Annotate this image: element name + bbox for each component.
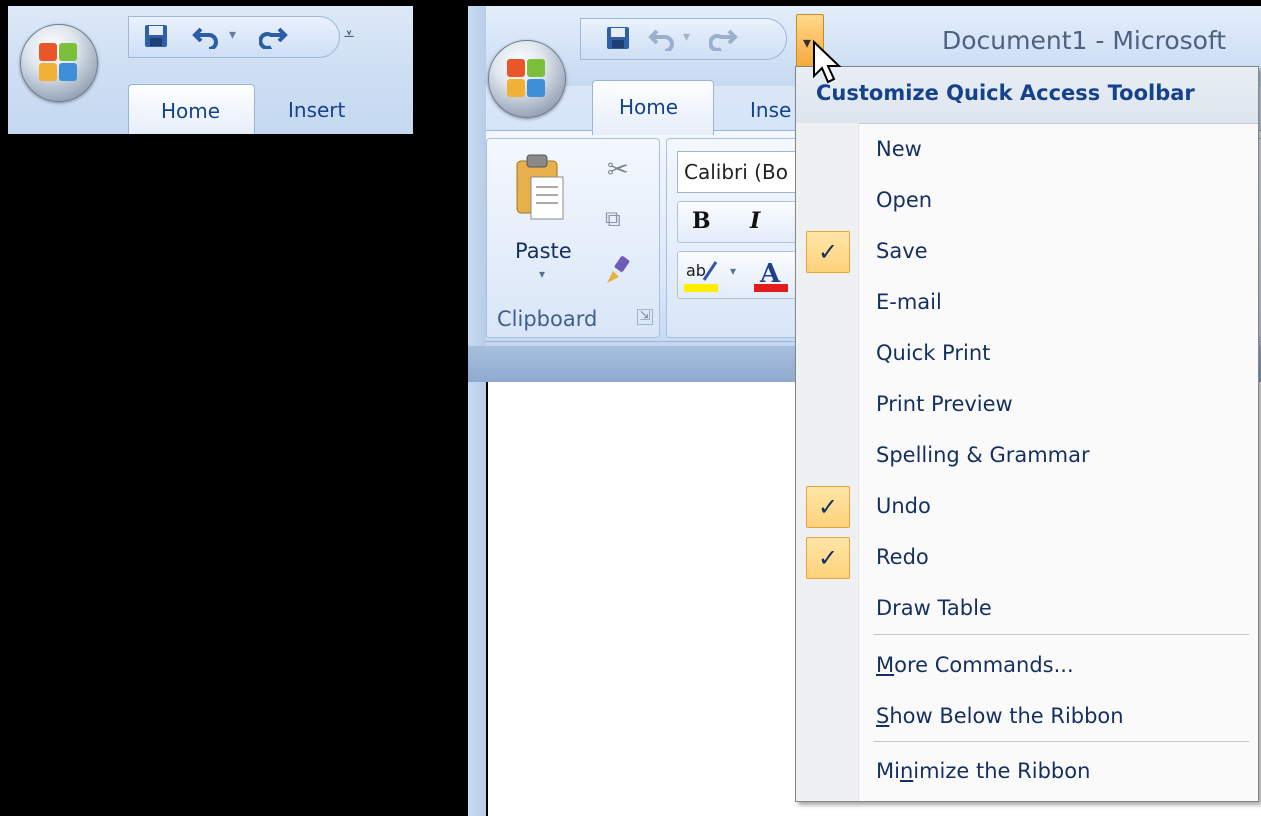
menu-item-open[interactable]: Open bbox=[796, 180, 1258, 220]
cut-icon[interactable]: ✂ bbox=[607, 155, 629, 185]
undo-icon[interactable] bbox=[191, 23, 221, 49]
office-button[interactable] bbox=[488, 40, 566, 118]
menu-item-label: E-mail bbox=[876, 290, 942, 314]
menu-item-label: New bbox=[876, 137, 922, 161]
menu-header: Customize Quick Access Toolbar bbox=[796, 67, 1258, 124]
menu-item-new[interactable]: New bbox=[796, 129, 1258, 169]
bold-button[interactable]: B bbox=[692, 208, 711, 234]
paste-label[interactable]: Paste bbox=[515, 239, 572, 263]
menu-item-spelling-grammar[interactable]: Spelling & Grammar bbox=[796, 435, 1258, 475]
menu-item-minimize-ribbon[interactable]: Minimize the Ribbon bbox=[876, 751, 1090, 791]
quick-access-toolbar: ▾ bbox=[580, 18, 787, 60]
svg-text:ab: ab bbox=[686, 261, 706, 280]
checkmark-icon: ✓ bbox=[806, 231, 850, 273]
tab-home[interactable]: Home bbox=[128, 84, 255, 134]
format-painter-icon[interactable] bbox=[603, 255, 635, 287]
menu-item-label: Draw Table bbox=[876, 596, 992, 620]
menu-item-undo[interactable]: ✓ Undo bbox=[796, 486, 1258, 528]
menu-item-show-below-ribbon[interactable]: Show Below the Ribbon bbox=[876, 696, 1124, 736]
menu-item-draw-table[interactable]: Draw Table bbox=[796, 588, 1258, 628]
italic-button[interactable]: I bbox=[750, 208, 760, 234]
checkmark-icon: ✓ bbox=[806, 486, 850, 528]
paste-dropdown-icon[interactable]: ▾ bbox=[539, 267, 545, 281]
mouse-cursor-icon bbox=[813, 40, 842, 84]
quick-access-toolbar: ▾ bbox=[128, 16, 340, 58]
office-button-icon bbox=[39, 43, 79, 83]
undo-dropdown-icon[interactable]: ▾ bbox=[229, 27, 236, 43]
tab-home[interactable]: Home bbox=[592, 80, 714, 135]
tab-home-label: Home bbox=[619, 95, 679, 119]
menu-item-e-mail[interactable]: E-mail bbox=[796, 282, 1258, 322]
undo-dropdown-icon[interactable]: ▾ bbox=[683, 29, 690, 45]
menu-separator bbox=[874, 741, 1249, 742]
dialog-launcher-icon[interactable]: ⇲ bbox=[637, 309, 653, 325]
font-color-buttons: ab ▾ A bbox=[677, 251, 809, 299]
font-color-icon[interactable]: A bbox=[754, 256, 790, 294]
menu-item-label: Save bbox=[876, 239, 928, 263]
checkmark-icon: ✓ bbox=[806, 537, 850, 579]
menu-item-more-commands[interactable]: More Commands... bbox=[876, 645, 1074, 685]
undo-icon[interactable] bbox=[647, 25, 677, 51]
menu-item-label: Print Preview bbox=[876, 392, 1013, 416]
menu-item-quick-print[interactable]: Quick Print bbox=[796, 333, 1258, 373]
customize-dropdown-icon: ▾ bbox=[803, 33, 812, 52]
customize-dropdown-icon[interactable]: ⩡ bbox=[344, 24, 354, 45]
menu-item-save[interactable]: ✓ Save bbox=[796, 231, 1258, 273]
font-name-value: Calibri (Bo bbox=[684, 160, 788, 184]
window-title: Document1 - Microsoft bbox=[942, 26, 1227, 55]
window-left-edge bbox=[468, 6, 486, 816]
tab-insert[interactable]: Insert bbox=[288, 98, 345, 122]
customize-qat-menu: Customize Quick Access Toolbar New Open ✓ S… bbox=[795, 66, 1259, 802]
menu-item-print-preview[interactable]: Print Preview bbox=[796, 384, 1258, 424]
menu-header-label: Customize Quick Access Toolbar bbox=[816, 81, 1195, 105]
highlight-icon[interactable]: ab bbox=[684, 256, 720, 294]
tab-home-label: Home bbox=[161, 99, 221, 123]
menu-item-label: Quick Print bbox=[876, 341, 991, 365]
menu-separator bbox=[874, 634, 1249, 635]
tab-insert[interactable]: Inse bbox=[750, 98, 791, 122]
font-style-buttons: B I bbox=[677, 201, 809, 243]
save-icon[interactable] bbox=[143, 23, 169, 49]
save-icon[interactable] bbox=[605, 25, 631, 51]
menu-item-label: Undo bbox=[876, 494, 931, 518]
redo-icon[interactable] bbox=[259, 23, 289, 49]
clipboard-group: Paste ▾ ✂ ⧉ Clipboard ⇲ bbox=[486, 138, 660, 338]
paste-icon[interactable] bbox=[513, 153, 567, 223]
redo-icon[interactable] bbox=[709, 25, 739, 51]
copy-icon[interactable]: ⧉ bbox=[605, 207, 621, 232]
office-button[interactable] bbox=[20, 24, 98, 102]
menu-item-redo[interactable]: ✓ Redo bbox=[796, 537, 1258, 579]
clipboard-group-label: Clipboard bbox=[497, 307, 598, 331]
menu-item-label: Spelling & Grammar bbox=[876, 443, 1090, 467]
menu-item-label: Open bbox=[876, 188, 933, 212]
menu-item-label: Redo bbox=[876, 545, 929, 569]
highlight-dropdown-icon[interactable]: ▾ bbox=[730, 264, 736, 278]
toolbar-snippet: ▾ ⩡ Home Insert bbox=[8, 6, 413, 134]
office-button-icon bbox=[507, 59, 547, 99]
